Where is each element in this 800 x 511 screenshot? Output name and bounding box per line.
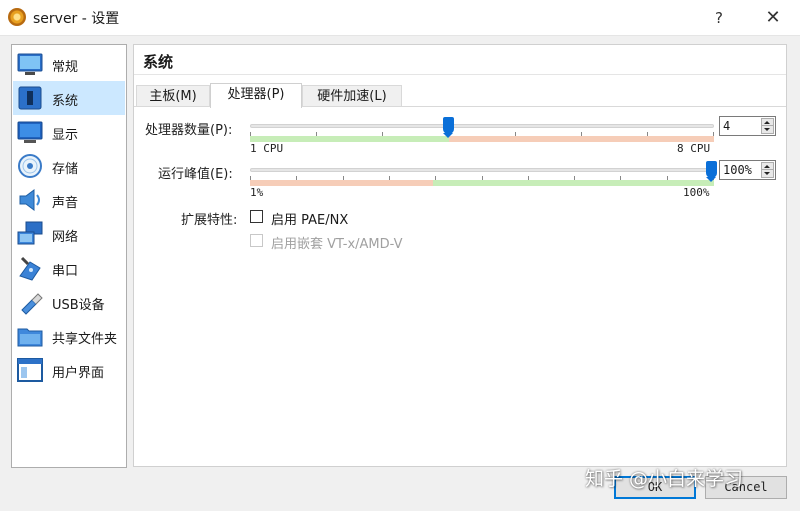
sidebar-item-label: 声音 — [52, 196, 79, 211]
sidebar-item-display[interactable]: 显示 — [13, 115, 125, 149]
sidebar-item-label: 显示 — [52, 128, 79, 143]
shared-folder-icon — [17, 328, 43, 347]
sidebar-item-system[interactable]: 系统 — [13, 81, 125, 115]
cap-max-label: 100% — [683, 186, 710, 199]
serial-port-icon — [19, 256, 41, 281]
cap-warn-range — [250, 180, 433, 186]
sidebar-item-label: 共享文件夹 — [52, 332, 118, 347]
general-icon — [17, 53, 43, 75]
settings-panel: 系统 主板(M) 处理器(P) 硬件加速(L) 处理器数量(P): 1 CPU … — [133, 44, 787, 467]
sidebar-item-label: 用户界面 — [52, 366, 105, 381]
processor-tab-content: 处理器数量(P): 1 CPU 8 CPU 4 运行峰值(E): 1% 100% — [134, 106, 786, 466]
audio-icon — [19, 189, 40, 211]
cpu-count-slider-thumb[interactable] — [443, 117, 455, 138]
close-button[interactable]: ✕ — [750, 0, 796, 36]
execution-cap-decrement-button[interactable] — [762, 170, 773, 177]
sidebar-item-general[interactable]: 常规 — [13, 47, 125, 81]
execution-cap-spin-buttons — [761, 162, 774, 178]
usb-icon — [21, 293, 43, 315]
network-icon — [17, 221, 43, 245]
cpu-count-slider[interactable] — [250, 124, 714, 128]
cap-safe-range — [432, 180, 714, 186]
tab-motherboard[interactable]: 主板(M) — [136, 85, 210, 107]
storage-icon — [18, 154, 42, 178]
settings-sidebar: 常规 系统 显示 存储 声音 网络 串口 USB设备 共享文件夹 用户界面 — [11, 44, 127, 468]
execution-cap-increment-button[interactable] — [762, 163, 773, 170]
window-title: server - 设置 — [33, 11, 120, 27]
cpu-count-label: 处理器数量(P): — [145, 123, 233, 138]
title-bar: server - 设置 ? ✕ — [0, 0, 800, 36]
sidebar-item-label: 常规 — [52, 60, 79, 75]
nested-vtx-checkbox[interactable] — [250, 234, 263, 247]
cpu-count-spinbox[interactable]: 4 — [719, 116, 776, 136]
execution-cap-spinbox[interactable]: 100% — [719, 160, 776, 180]
sidebar-item-label: 存储 — [52, 162, 79, 177]
sidebar-item-label: 串口 — [52, 264, 79, 279]
cpu-count-decrement-button[interactable] — [762, 126, 773, 133]
sidebar-item-network[interactable]: 网络 — [13, 217, 125, 251]
page-title: 系统 — [143, 53, 174, 71]
execution-cap-slider[interactable] — [250, 168, 714, 172]
cpu-count-spin-buttons — [761, 118, 774, 134]
pae-nx-checkbox[interactable] — [250, 210, 263, 223]
help-button[interactable]: ? — [696, 0, 742, 36]
cap-min-label: 1% — [250, 186, 264, 199]
cpu-count-range-bar — [250, 136, 714, 142]
extended-features-label: 扩展特性: — [181, 213, 238, 228]
execution-cap-range-bar — [250, 180, 714, 186]
cpu-max-label: 8 CPU — [677, 142, 711, 155]
virtualbox-app-icon — [6, 6, 28, 28]
panel-header: 系统 — [134, 45, 786, 75]
sidebar-item-label: 网络 — [52, 230, 79, 245]
execution-cap-slider-thumb[interactable] — [705, 161, 717, 182]
pae-nx-label[interactable]: 启用 PAE/NX — [271, 209, 348, 228]
sidebar-item-user-interface[interactable]: 用户界面 — [13, 353, 125, 387]
zhihu-watermark: 知乎 @小白来学习 — [585, 468, 744, 490]
execution-cap-label: 运行峰值(E): — [158, 167, 233, 182]
sidebar-item-audio[interactable]: 声音 — [13, 183, 125, 217]
cpu-count-value: 4 — [723, 119, 731, 133]
user-interface-icon — [17, 358, 43, 382]
tab-processor[interactable]: 处理器(P) — [210, 83, 302, 108]
display-icon — [17, 121, 43, 143]
tab-acceleration[interactable]: 硬件加速(L) — [302, 85, 402, 107]
cpu-warn-range — [448, 136, 714, 142]
sidebar-item-label: 系统 — [52, 94, 79, 109]
sidebar-item-usb[interactable]: USB设备 — [13, 285, 125, 319]
execution-cap-value: 100% — [723, 163, 752, 177]
sidebar-item-storage[interactable]: 存储 — [13, 149, 125, 183]
cpu-count-increment-button[interactable] — [762, 119, 773, 126]
cpu-min-label: 1 CPU — [250, 142, 284, 155]
sidebar-item-serial-port[interactable]: 串口 — [13, 251, 125, 285]
sidebar-item-label: USB设备 — [52, 298, 105, 313]
nested-vtx-label: 启用嵌套 VT-x/AMD-V — [271, 237, 403, 252]
system-icon — [18, 86, 42, 110]
sidebar-item-shared-folder[interactable]: 共享文件夹 — [13, 319, 125, 353]
